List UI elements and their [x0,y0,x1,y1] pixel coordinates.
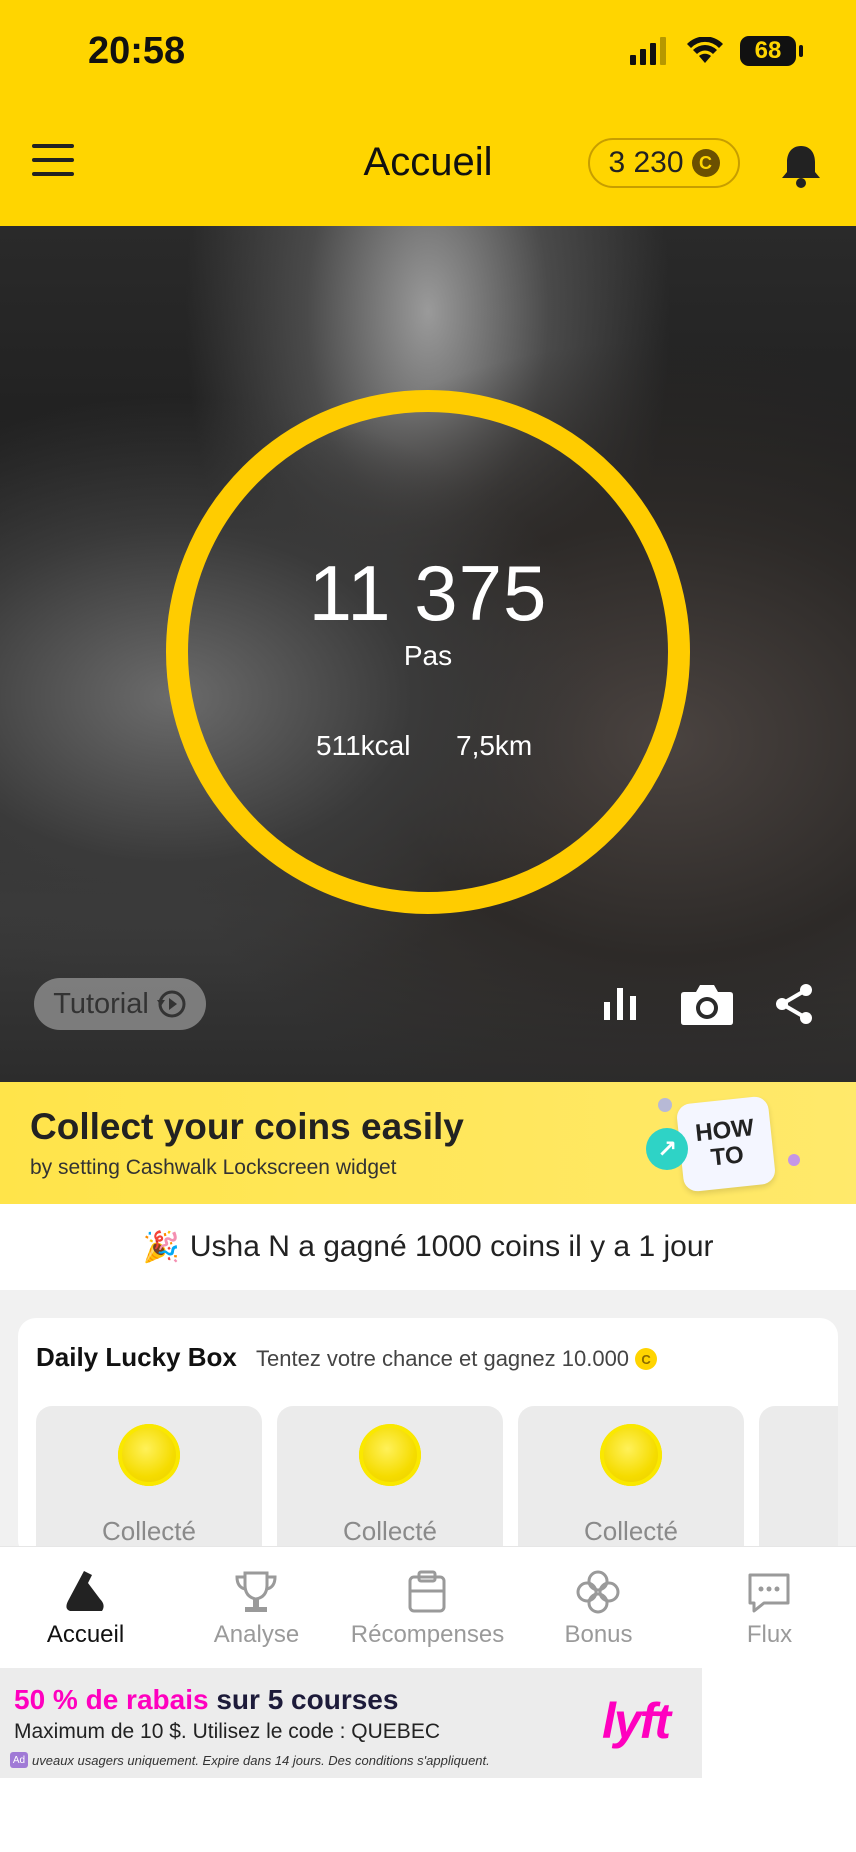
battery-indicator: 68 [740,36,803,66]
nav-item-bonus[interactable]: Bonus [513,1547,684,1669]
distance-value: 7,5km [456,730,533,761]
nav-label: Accueil [46,1621,125,1648]
chat-icon [748,1573,790,1613]
coin-icon: C [691,149,720,177]
clipboard-icon [408,1570,446,1613]
ad-badge: Ad [10,1752,28,1768]
camera-icon[interactable] [680,982,734,1026]
status-time: 20:58 [88,30,186,72]
ad-details: Maximum de 10 $. Utilisez le code : QUEB… [14,1720,440,1743]
ad-disclaimer-text: uveaux usagers uniquement. Expire dans 1… [32,1752,490,1768]
trophy-icon [235,1571,277,1612]
wifi-icon [687,37,723,63]
top-bar: 20:58 68 Accueil 3 230 C [0,0,856,226]
ad-banner[interactable]: 50 % de rabais sur 5 courses Maximum de … [0,1668,702,1778]
replay-icon [156,990,186,1018]
bell-icon[interactable] [778,142,824,190]
party-icon: 🎉 [142,1230,180,1264]
promo-subtitle: by setting Cashwalk Lockscreen widget [30,1156,397,1179]
coin-icon [600,1424,662,1486]
stats-icon[interactable] [602,982,638,1022]
tutorial-button[interactable]: Tutorial [34,978,206,1030]
status-icons: 68 [630,36,803,66]
coin-balance-button[interactable]: 3 230 C [588,138,740,188]
lucky-box-section: Daily Lucky Box Tentez votre chance et g… [0,1290,856,1576]
lucky-box-subtitle-text: Tentez votre chance et gagnez 10.000 [256,1346,630,1371]
shoe-icon [66,1571,104,1611]
calories-value: 511kcal [316,730,411,761]
arrow-up-right-icon: ↗ [646,1128,688,1170]
step-counter-hero: 11 375 Pas 511kcal 7,5km Tutorial [0,226,856,1082]
nav-item-accueil[interactable]: Accueil [0,1547,171,1669]
winner-notice: 🎉 Usha N a gagné 1000 coins il y a 1 jou… [0,1204,856,1290]
nav-label: Flux [746,1621,793,1648]
nav-label: Analyse [213,1621,300,1648]
coin-icon: C [635,1348,658,1370]
step-count: 11 375 [308,549,548,637]
ad-highlight: 50 % de rabais [14,1684,209,1715]
decor-dot [788,1154,800,1166]
lucky-box-subtitle: Tentez votre chance et gagnez 10.000 C [256,1346,658,1372]
lucky-box-card: Daily Lucky Box Tentez votre chance et g… [18,1318,838,1576]
header: Accueil 3 230 C [0,134,856,196]
decor-dot [658,1098,672,1112]
nav-item-flux[interactable]: Flux [684,1547,855,1669]
signal-icon [630,37,666,65]
lucky-box-status: Collecté [102,1516,196,1546]
promo-title: Collect your coins easily [30,1106,464,1147]
nav-label: Bonus [564,1621,633,1648]
ad-headline-rest: sur 5 courses [216,1684,399,1715]
share-icon[interactable] [772,982,816,1026]
bottom-nav: Accueil Analyse Récompenses Bonus Flux [0,1546,856,1669]
lockscreen-widget-banner[interactable]: Collect your coins easily by setting Cas… [0,1082,856,1204]
lucky-box-title: Daily Lucky Box [36,1342,237,1372]
tutorial-label: Tutorial [53,987,149,1020]
clover-icon [576,1570,620,1614]
lucky-box-status: Collecté [584,1516,678,1546]
coin-icon [359,1424,421,1486]
coin-icon [118,1424,180,1486]
nav-label: Récompenses [350,1621,505,1648]
ad-headline: 50 % de rabais sur 5 courses [14,1684,398,1716]
lyft-logo: lyft [602,1693,671,1749]
nav-item-analyse[interactable]: Analyse [171,1547,342,1669]
winner-text: Usha N a gagné 1000 coins il y a 1 jour [189,1230,714,1263]
step-count-label: Pas [403,640,453,671]
how-to-card[interactable]: HOW TO [675,1095,777,1193]
lucky-box-status: Collecté [343,1516,437,1546]
ad-disclaimer: Ad uveaux usagers uniquement. Expire dan… [10,1752,490,1768]
nav-item-recompenses[interactable]: Récompenses [342,1547,513,1669]
coin-balance: 3 230 [608,146,684,179]
